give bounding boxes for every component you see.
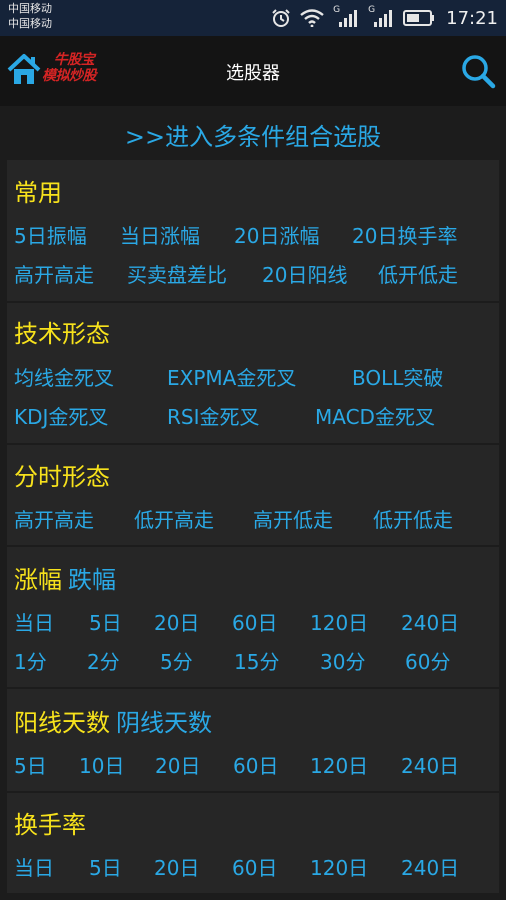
option-240d[interactable]: 240日 (401, 611, 459, 635)
option-60d[interactable]: 60日 (232, 611, 277, 635)
section-intraday: 分时形态 高开高走 低开高走 高开低走 低开低走 (7, 445, 499, 545)
option-boll-break[interactable]: BOLL突破 (352, 366, 443, 390)
network-type-label: G (333, 5, 341, 15)
network-type-label: G (368, 5, 376, 15)
tab-bullish-days[interactable]: 阳线天数 (14, 709, 110, 737)
option-high-open-high[interactable]: 高开高走 (14, 508, 94, 532)
section-common: 常用 5日振幅 当日涨幅 20日涨幅 20日换手率 高开高走 买卖盘差比 20日… (7, 160, 499, 301)
option-low-open-low[interactable]: 低开低走 (373, 508, 453, 532)
option-15min[interactable]: 15分 (234, 650, 279, 674)
carrier-label: 中国移动 (8, 2, 52, 15)
option-20d-bullish[interactable]: 20日阳线 (262, 263, 347, 287)
option-30min[interactable]: 30分 (320, 650, 365, 674)
option-low-open-low[interactable]: 低开低走 (378, 263, 458, 287)
option-1min[interactable]: 1分 (14, 650, 47, 674)
status-bar: 中国移动 中国移动 G G 17:21 (0, 0, 506, 36)
section-title: 分时形态 (14, 463, 110, 491)
option-ma-cross[interactable]: 均线金死叉 (14, 366, 114, 390)
section-title: 阳线天数 阴线天数 (14, 709, 212, 737)
option-10d[interactable]: 10日 (79, 754, 124, 778)
section-turnover: 换手率 当日 5日 20日 60日 120日 240日 (7, 793, 499, 893)
option-60d[interactable]: 60日 (233, 754, 278, 778)
option-expma-cross[interactable]: EXPMA金死叉 (167, 366, 296, 390)
battery-icon (403, 10, 435, 26)
option-20d[interactable]: 20日 (154, 856, 199, 880)
option-today-gain[interactable]: 当日涨幅 (120, 224, 200, 248)
option-low-open-high[interactable]: 低开高走 (134, 508, 214, 532)
option-today[interactable]: 当日 (14, 611, 54, 635)
option-60min[interactable]: 60分 (405, 650, 450, 674)
section-title: 涨幅 跌幅 (14, 566, 116, 594)
wifi-icon (300, 9, 324, 27)
section-technical: 技术形态 均线金死叉 EXPMA金死叉 BOLL突破 KDJ金死叉 RSI金死叉… (7, 303, 499, 443)
option-240d[interactable]: 240日 (401, 754, 459, 778)
option-2min[interactable]: 2分 (87, 650, 120, 674)
option-high-open-high[interactable]: 高开高走 (14, 263, 94, 287)
clock: 17:21 (446, 7, 498, 29)
section-change: 涨幅 跌幅 当日 5日 20日 60日 120日 240日 1分 2分 5分 15… (7, 547, 499, 687)
option-5d[interactable]: 5日 (14, 754, 47, 778)
option-high-open-low[interactable]: 高开低走 (253, 508, 333, 532)
section-title: 换手率 (14, 811, 86, 839)
page-title: 选股器 (226, 63, 280, 84)
option-5d-amplitude[interactable]: 5日振幅 (14, 224, 87, 248)
tab-loss[interactable]: 跌幅 (68, 566, 116, 594)
option-20d[interactable]: 20日 (154, 611, 199, 635)
option-bid-ask-ratio[interactable]: 买卖盘差比 (127, 263, 227, 287)
option-5d[interactable]: 5日 (89, 856, 122, 880)
signal-icon: G (333, 5, 359, 29)
option-20d[interactable]: 20日 (155, 754, 200, 778)
option-5d[interactable]: 5日 (89, 611, 122, 635)
alarm-icon (271, 8, 291, 28)
carrier-label: 中国移动 (8, 17, 52, 30)
section-title: 常用 (14, 179, 62, 207)
option-120d[interactable]: 120日 (310, 754, 368, 778)
section-bullish-days: 阳线天数 阴线天数 5日 10日 20日 60日 120日 240日 (7, 689, 499, 791)
signal-icon: G (368, 5, 394, 29)
option-today[interactable]: 当日 (14, 856, 54, 880)
option-macd-cross[interactable]: MACD金死叉 (315, 405, 435, 429)
option-20d-turnover[interactable]: 20日换手率 (352, 224, 457, 248)
option-60d[interactable]: 60日 (232, 856, 277, 880)
section-title: 技术形态 (14, 320, 110, 348)
search-icon[interactable] (460, 53, 496, 89)
option-120d[interactable]: 120日 (310, 856, 368, 880)
option-kdj-cross[interactable]: KDJ金死叉 (14, 405, 108, 429)
option-120d[interactable]: 120日 (310, 611, 368, 635)
option-5min[interactable]: 5分 (160, 650, 193, 674)
option-240d[interactable]: 240日 (401, 856, 459, 880)
app-bar: 牛股宝 模拟炒股 选股器 (0, 36, 506, 106)
option-rsi-cross[interactable]: RSI金死叉 (167, 405, 260, 429)
tab-bearish-days[interactable]: 阴线天数 (116, 709, 212, 737)
option-20d-gain[interactable]: 20日涨幅 (234, 224, 319, 248)
tab-gain[interactable]: 涨幅 (14, 566, 62, 594)
multi-condition-link[interactable]: >>进入多条件组合选股 (0, 106, 506, 160)
